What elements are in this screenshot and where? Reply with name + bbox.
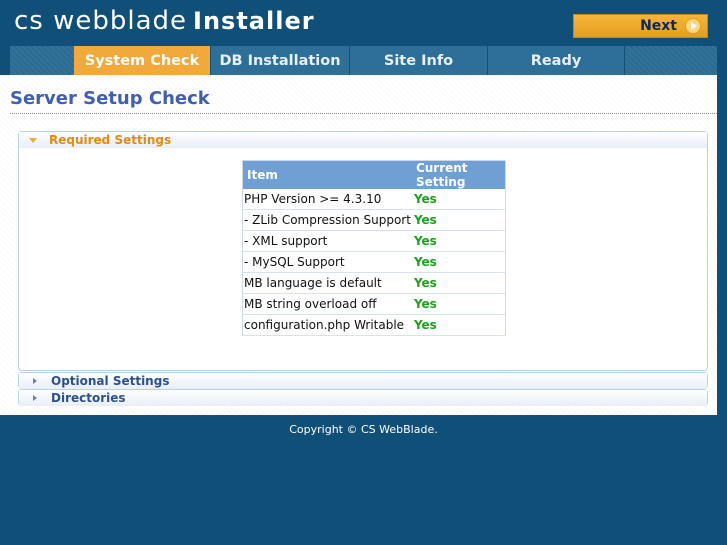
chevron-down-icon bbox=[29, 137, 37, 143]
logo: cs webblade Installer bbox=[14, 6, 315, 36]
next-button-label: Next bbox=[640, 18, 677, 34]
required-settings-header[interactable]: Required Settings bbox=[19, 132, 707, 148]
tab-label: DB Installation bbox=[219, 52, 341, 69]
tab-db-installation[interactable]: DB Installation bbox=[211, 46, 350, 75]
panel-title: Required Settings bbox=[49, 133, 172, 147]
tab-label: Ready bbox=[530, 52, 582, 69]
tab-system-check[interactable]: System Check bbox=[74, 46, 211, 75]
tab-site-info[interactable]: Site Info bbox=[350, 46, 488, 75]
footer-copyright: Copyright © CS WebBlade. bbox=[289, 423, 438, 436]
table-header-row: Item Current Setting bbox=[242, 160, 506, 189]
table-row: configuration.php Writable Yes bbox=[242, 314, 506, 336]
chevron-right-icon bbox=[33, 395, 37, 401]
item-cell: - XML support bbox=[242, 230, 412, 252]
panel-title: Optional Settings bbox=[51, 374, 170, 388]
optional-settings-header[interactable]: Optional Settings bbox=[19, 373, 707, 389]
value-cell: Yes bbox=[411, 272, 506, 294]
directories-header[interactable]: Directories bbox=[19, 390, 707, 406]
value-cell: Yes bbox=[411, 293, 506, 315]
table-row: PHP Version >= 4.3.10 Yes bbox=[242, 189, 506, 210]
table-row: - MySQL Support Yes bbox=[242, 251, 506, 273]
logo-installer: Installer bbox=[193, 7, 315, 35]
column-header-item: Item bbox=[242, 160, 412, 189]
tab-ready[interactable]: Ready bbox=[488, 46, 625, 75]
item-cell: - MySQL Support bbox=[242, 251, 412, 273]
arrow-right-icon bbox=[685, 18, 701, 34]
table-row: - ZLib Compression Support Yes bbox=[242, 209, 506, 231]
table-row: MB language is default Yes bbox=[242, 272, 506, 294]
table-row: MB string overload off Yes bbox=[242, 293, 506, 315]
column-header-current-setting: Current Setting bbox=[411, 160, 506, 189]
item-cell: MB string overload off bbox=[242, 293, 412, 315]
divider bbox=[10, 113, 717, 114]
optional-settings-panel: Optional Settings bbox=[18, 372, 708, 389]
tab-label: Site Info bbox=[383, 52, 454, 69]
chevron-right-icon bbox=[33, 378, 37, 384]
item-cell: configuration.php Writable bbox=[242, 314, 412, 336]
value-cell: Yes bbox=[411, 230, 506, 252]
item-cell: - ZLib Compression Support bbox=[242, 209, 412, 231]
panel-title: Directories bbox=[51, 391, 126, 405]
tab-bar: System Check DB Installation Site Info R… bbox=[10, 46, 717, 75]
value-cell: Yes bbox=[411, 251, 506, 273]
tab-label: System Check bbox=[84, 52, 200, 69]
header: cs webblade Installer Next bbox=[0, 0, 727, 46]
value-cell: Yes bbox=[411, 189, 506, 210]
value-cell: Yes bbox=[411, 209, 506, 231]
page-title: Server Setup Check bbox=[10, 88, 210, 109]
item-cell: PHP Version >= 4.3.10 bbox=[242, 189, 412, 210]
logo-brand: cs webblade bbox=[14, 6, 188, 36]
table-row: - XML support Yes bbox=[242, 230, 506, 252]
value-cell: Yes bbox=[411, 314, 506, 336]
settings-table: Item Current Setting PHP Version >= 4.3.… bbox=[242, 160, 506, 336]
directories-panel: Directories bbox=[18, 389, 708, 406]
item-cell: MB language is default bbox=[242, 272, 412, 294]
next-button[interactable]: Next bbox=[573, 14, 708, 38]
